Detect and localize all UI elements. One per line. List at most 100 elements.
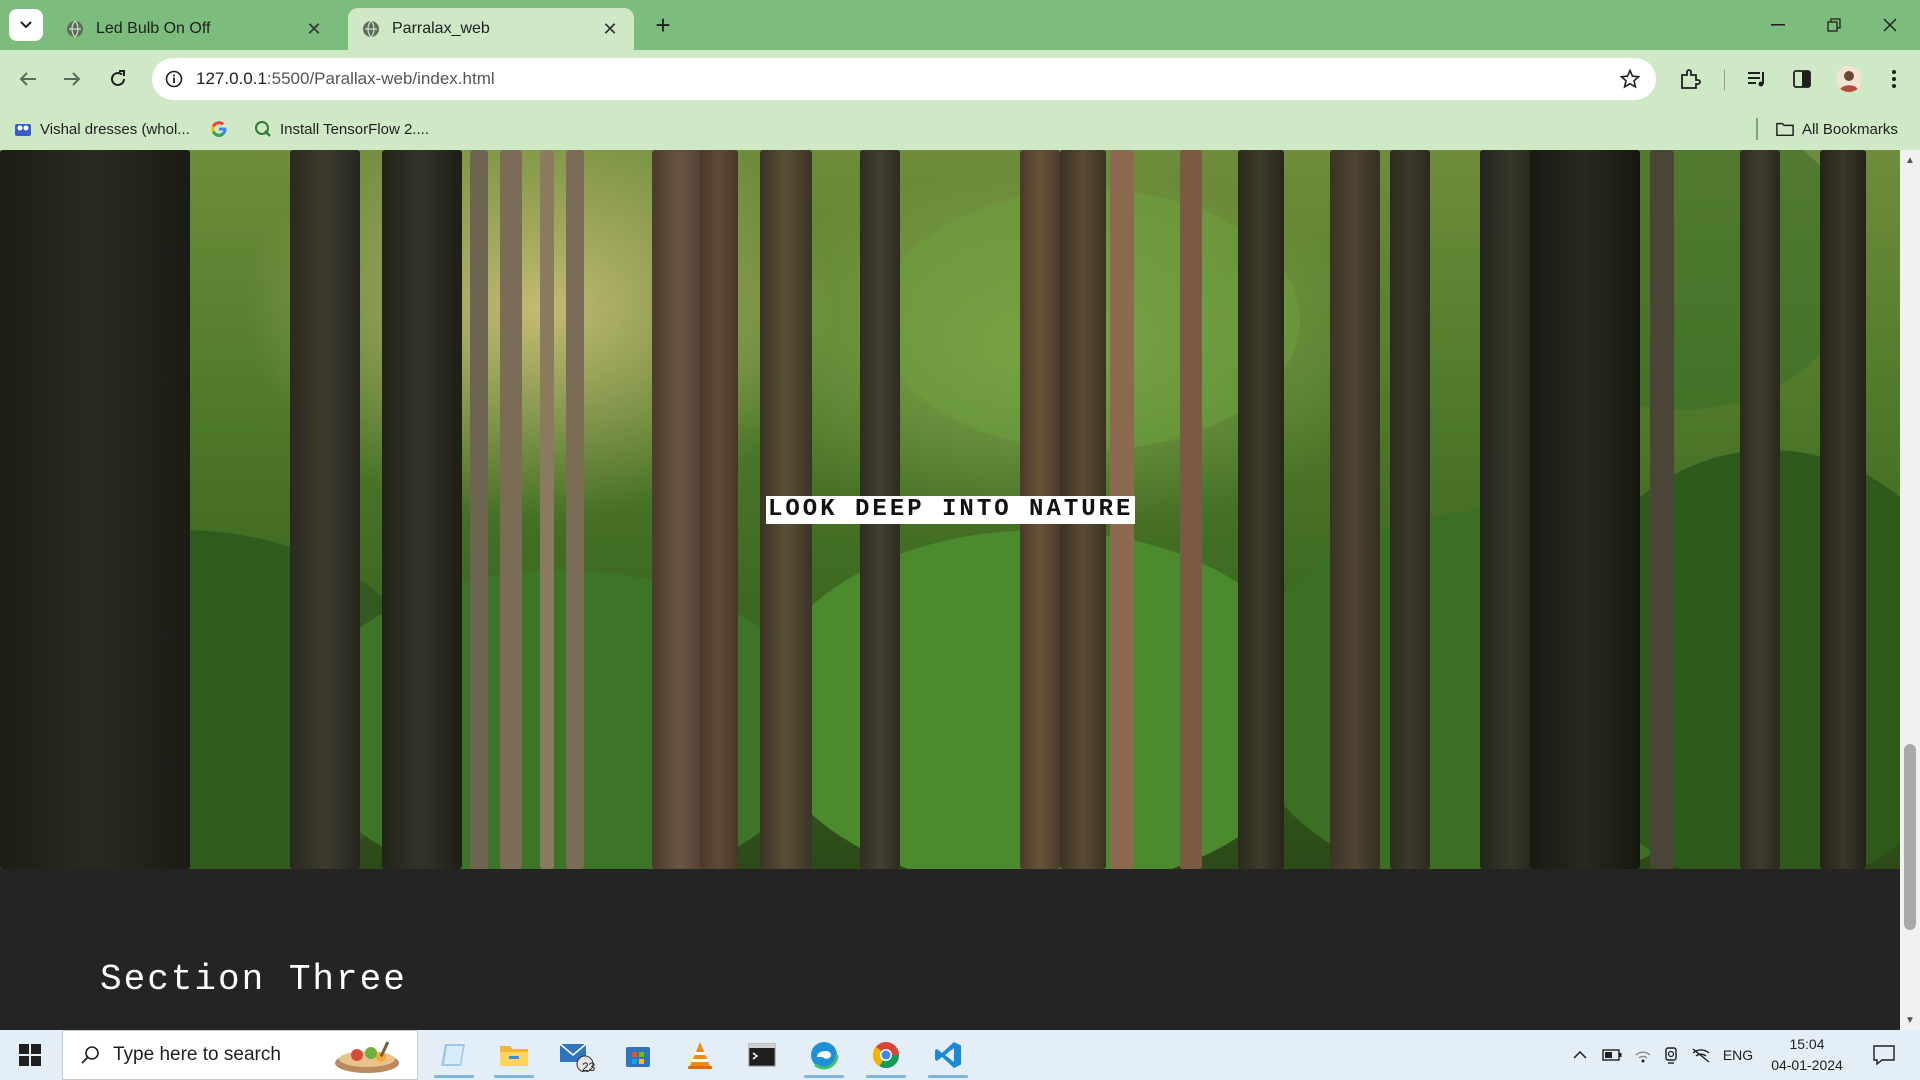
globe-icon [66, 20, 84, 38]
wifi-icon[interactable] [1630, 1030, 1656, 1080]
taskbar-app-chrome[interactable] [856, 1030, 916, 1080]
active-indicator [804, 1075, 844, 1078]
folder-icon [500, 1046, 528, 1066]
site-info-icon[interactable] [162, 67, 186, 91]
tab-strip: Led Bulb On Off ✕ Parralax_web ✕ + [0, 0, 1920, 50]
start-button[interactable] [0, 1030, 60, 1080]
tree-trunk [1650, 150, 1674, 869]
arrow-left-icon [19, 72, 36, 86]
page-scrollbar[interactable]: ▲ ▼ [1900, 150, 1920, 1030]
windows-taskbar: Type here to search 23 ENG 15:04 04-01-2… [0, 1030, 1920, 1080]
taskbar-app-file-explorer[interactable] [484, 1030, 544, 1080]
terminal-icon [748, 1043, 776, 1067]
close-tab-icon[interactable]: ✕ [304, 19, 324, 39]
taskbar-app-vlc[interactable] [670, 1030, 730, 1080]
tree-trunk [540, 150, 554, 869]
tab-search-button[interactable] [9, 9, 43, 41]
address-bar[interactable]: 127.0.0.1:5500/Parallax-web/index.html [152, 58, 1656, 100]
tree-trunk [700, 150, 738, 869]
url-text: 127.0.0.1:5500/Parallax-web/index.html [196, 69, 495, 89]
clock-date: 04-01-2024 [1771, 1057, 1843, 1073]
bookmark-install-tensorflow[interactable]: Install TensorFlow 2.... [254, 116, 429, 142]
store-icon [626, 1047, 650, 1067]
tab-title: Parralax_web [392, 20, 490, 37]
tree-trunk [1330, 150, 1380, 869]
taskbar-app-vscode[interactable] [918, 1030, 978, 1080]
taskbar-app-store[interactable] [608, 1030, 668, 1080]
globe-icon [362, 20, 380, 38]
section-three: Section Three [0, 869, 1900, 1030]
notes-app-icon [441, 1044, 465, 1066]
active-indicator [866, 1075, 906, 1078]
forward-button[interactable] [56, 63, 88, 95]
tab-parralax-web[interactable]: Parralax_web ✕ [348, 8, 634, 50]
notification-icon [1873, 1045, 1895, 1065]
meet-now-icon[interactable] [1658, 1030, 1684, 1080]
media-controls-icon[interactable] [1744, 65, 1772, 93]
tensorflow-favicon-icon [254, 120, 272, 138]
bookmarks-bar: Vishal dresses (whol... Install TensorFl… [0, 108, 1920, 150]
tree-trunk [500, 150, 522, 869]
arrow-right-icon [64, 72, 81, 86]
bookmark-label: Vishal dresses (whol... [40, 120, 190, 138]
bookmark-google[interactable] [210, 116, 236, 142]
tab-led-bulb[interactable]: Led Bulb On Off ✕ [52, 8, 338, 50]
tree-trunk [1820, 150, 1866, 869]
chevron-up-icon [1573, 1051, 1587, 1059]
taskbar-search-input[interactable]: Type here to search [62, 1030, 418, 1080]
tree-trunk [566, 150, 584, 869]
minimize-button[interactable] [1750, 0, 1806, 50]
taskbar-app-edge[interactable] [794, 1030, 854, 1080]
side-panel-icon[interactable] [1788, 65, 1816, 93]
taskbar-app-mail[interactable]: 23 [546, 1030, 606, 1080]
scroll-up-icon[interactable]: ▲ [1904, 154, 1916, 166]
tree-trunk [1180, 150, 1202, 869]
close-tab-icon[interactable]: ✕ [600, 19, 620, 39]
reload-button[interactable] [102, 63, 134, 95]
tab-title: Led Bulb On Off [96, 20, 211, 37]
taskbar-app-notes[interactable] [424, 1030, 484, 1080]
minimize-icon [1771, 24, 1785, 26]
active-indicator [494, 1075, 534, 1078]
bookmark-vishal-dresses[interactable]: Vishal dresses (whol... [14, 116, 190, 142]
restore-button[interactable] [1806, 0, 1862, 50]
all-bookmarks-button[interactable]: All Bookmarks [1776, 116, 1898, 142]
tree-trunk [382, 150, 462, 869]
vlc-icon [688, 1042, 712, 1069]
all-bookmarks-label: All Bookmarks [1802, 120, 1898, 138]
profile-avatar[interactable] [1836, 66, 1862, 92]
bookmark-star-icon[interactable] [1618, 67, 1642, 91]
dresses-favicon-icon [14, 120, 32, 138]
back-button[interactable] [12, 63, 44, 95]
reload-icon [111, 70, 125, 86]
clock-time: 15:04 [1789, 1036, 1825, 1052]
folder-icon [1776, 120, 1794, 138]
scroll-down-icon[interactable]: ▼ [1904, 1014, 1916, 1026]
browser-toolbar: 127.0.0.1:5500/Parallax-web/index.html [0, 50, 1920, 108]
tree-trunk [1390, 150, 1430, 869]
show-hidden-icons-button[interactable] [1568, 1030, 1592, 1080]
menu-kebab-icon[interactable] [1880, 65, 1908, 93]
network-icon[interactable] [1688, 1030, 1714, 1080]
section-title: Section Three [100, 959, 407, 1000]
search-highlight-icon [335, 1041, 399, 1073]
scroll-thumb[interactable] [1904, 744, 1916, 930]
windows-logo-icon [19, 1044, 41, 1066]
tree-trunk [1530, 150, 1640, 869]
restore-icon [1827, 18, 1841, 32]
parallax-hero-image: LOOK DEEP INTO NATURE [0, 150, 1900, 869]
taskbar-app-terminal[interactable] [732, 1030, 792, 1080]
close-window-button[interactable] [1862, 0, 1918, 50]
new-tab-button[interactable]: + [650, 12, 676, 38]
mail-badge: 23 [582, 1060, 596, 1074]
close-icon [1883, 18, 1897, 32]
notifications-button[interactable] [1864, 1030, 1904, 1080]
url-path: :5500/Parallax-web/index.html [266, 69, 495, 88]
battery-icon[interactable] [1598, 1030, 1626, 1080]
search-placeholder: Type here to search [113, 1044, 281, 1065]
hero-caption: LOOK DEEP INTO NATURE [766, 496, 1136, 524]
language-indicator[interactable]: ENG [1718, 1030, 1758, 1080]
foliage [300, 570, 820, 869]
extensions-icon[interactable] [1676, 65, 1704, 93]
taskbar-clock[interactable]: 15:04 04-01-2024 [1762, 1034, 1852, 1076]
